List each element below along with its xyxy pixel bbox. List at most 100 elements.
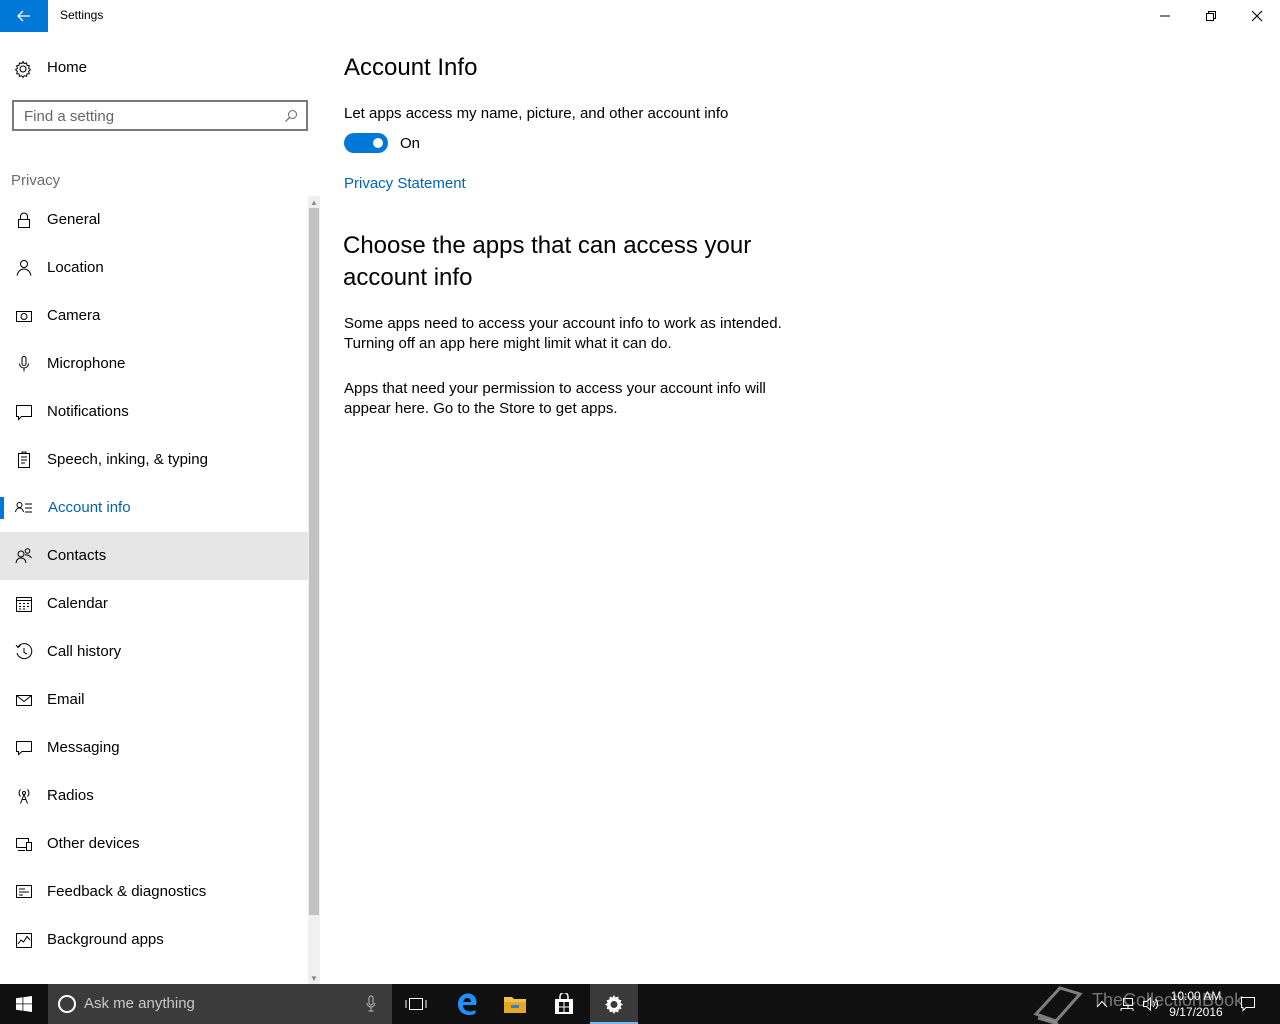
account-info-icon: [15, 502, 32, 513]
search-input[interactable]: [24, 106, 274, 126]
sidebar-item-camera[interactable]: Camera: [0, 292, 308, 340]
calendar-icon: [16, 597, 32, 612]
sidebar-item-location[interactable]: Location: [0, 244, 308, 292]
sidebar-item-account-info[interactable]: Account info: [0, 484, 308, 532]
gear-icon: [14, 60, 32, 78]
title-bar: Settings: [0, 0, 1280, 32]
sidebar-item-label: Contacts: [47, 547, 107, 564]
sidebar-item-label: Call history: [47, 643, 122, 660]
volume-icon: [1143, 996, 1159, 1012]
sidebar-item-other-devices[interactable]: Other devices: [0, 820, 308, 868]
store-icon: [555, 993, 573, 1014]
sidebar-item-label: Feedback & diagnostics: [47, 883, 207, 900]
toggle-knob: [373, 138, 383, 148]
chevron-up-icon: [1096, 1000, 1108, 1008]
sidebar-item-calendar[interactable]: Calendar: [0, 580, 308, 628]
sidebar-item-label: Calendar: [47, 595, 108, 612]
sidebar-item-label: Speech, inking, & typing: [47, 451, 208, 468]
cortana-placeholder: Ask me anything: [84, 995, 195, 1012]
store-taskbar-button[interactable]: [540, 984, 588, 1024]
speech-icon: [18, 451, 30, 468]
task-view-button[interactable]: [392, 984, 440, 1024]
sidebar-item-speech[interactable]: Speech, inking, & typing: [0, 436, 308, 484]
home-nav-item[interactable]: Home: [0, 52, 308, 84]
location-icon: [16, 260, 32, 276]
sidebar-item-label: Account info: [48, 499, 131, 516]
close-button[interactable]: [1234, 0, 1280, 32]
file-explorer-taskbar-button[interactable]: [491, 984, 539, 1024]
sidebar-item-label: General: [47, 211, 101, 228]
network-button[interactable]: [1116, 984, 1138, 1024]
account-info-toggle[interactable]: [344, 133, 388, 153]
sidebar-item-messaging[interactable]: Messaging: [0, 724, 308, 772]
sidebar: Home Privacy General Location: [0, 32, 320, 984]
home-label: Home: [47, 59, 88, 76]
microphone-icon[interactable]: [366, 995, 376, 1013]
sidebar-item-label: Camera: [47, 307, 101, 324]
privacy-nav-list: General Location Camera Microphone Notif…: [0, 196, 308, 964]
gear-icon: [605, 995, 623, 1014]
page-title: Account Info: [344, 54, 478, 81]
windows-logo-icon: [16, 996, 32, 1012]
taskbar-clock[interactable]: 10:00 AM 9/17/2016: [1164, 988, 1228, 1020]
sidebar-item-label: Messaging: [47, 739, 120, 756]
sidebar-item-general[interactable]: General: [0, 196, 308, 244]
sidebar-item-call-history[interactable]: Call history: [0, 628, 308, 676]
search-icon[interactable]: [284, 109, 298, 123]
edge-icon: [458, 993, 477, 1015]
volume-button[interactable]: [1140, 984, 1162, 1024]
cortana-search-box[interactable]: Ask me anything: [48, 984, 392, 1024]
network-icon: [1120, 998, 1134, 1011]
task-view-icon: [405, 998, 427, 1010]
show-hidden-icons-button[interactable]: [1092, 984, 1112, 1024]
microphone-icon: [19, 356, 29, 372]
restore-icon: [1206, 11, 1216, 21]
clock-date: 9/17/2016: [1169, 1005, 1223, 1019]
notifications-icon: [16, 405, 32, 421]
radios-icon: [18, 789, 30, 804]
sidebar-item-radios[interactable]: Radios: [0, 772, 308, 820]
info-paragraph: Some apps need to access your account in…: [344, 315, 782, 352]
scroll-up-icon[interactable]: ▲: [308, 196, 320, 208]
minimize-icon: [1160, 15, 1170, 17]
search-box[interactable]: [12, 100, 308, 131]
section-title: Choose the apps that can access your acc…: [343, 232, 752, 291]
action-center-icon: [1241, 997, 1255, 1012]
main-content: Account Info Let apps access my name, pi…: [320, 32, 1280, 984]
edge-taskbar-button[interactable]: [443, 984, 491, 1024]
taskbar: Ask me anything TheCollectionBook 10:00 …: [0, 984, 1280, 1024]
sidebar-item-label: Background apps: [47, 931, 164, 948]
scroll-down-icon[interactable]: ▼: [308, 972, 320, 984]
sidebar-scrollbar-thumb[interactable]: [309, 208, 319, 915]
sidebar-item-notifications[interactable]: Notifications: [0, 388, 308, 436]
back-button[interactable]: [0, 0, 48, 32]
sidebar-item-feedback[interactable]: Feedback & diagnostics: [0, 868, 308, 916]
settings-taskbar-button[interactable]: [590, 984, 638, 1024]
camera-icon: [16, 311, 32, 322]
sidebar-item-contacts[interactable]: Contacts: [0, 532, 308, 580]
sidebar-item-label: Email: [47, 691, 85, 708]
sidebar-item-email[interactable]: Email: [0, 676, 308, 724]
action-center-button[interactable]: [1232, 984, 1264, 1024]
sidebar-item-background-apps[interactable]: Background apps: [0, 916, 308, 964]
email-icon: [16, 695, 32, 706]
feedback-icon: [16, 885, 32, 898]
sidebar-item-label: Other devices: [47, 835, 140, 852]
minimize-button[interactable]: [1142, 0, 1188, 32]
toggle-state-label: On: [400, 135, 421, 152]
clock-time: 10:00 AM: [1170, 989, 1222, 1003]
start-button[interactable]: [0, 984, 48, 1024]
restore-button[interactable]: [1188, 0, 1234, 32]
window-title: Settings: [60, 8, 104, 22]
book-logo-icon: [1033, 986, 1083, 1024]
selection-indicator: [0, 497, 4, 519]
sidebar-item-label: Location: [47, 259, 104, 276]
call-history-icon: [15, 643, 33, 660]
section-label-privacy: Privacy: [11, 172, 61, 189]
sidebar-item-label: Radios: [47, 787, 94, 804]
sidebar-item-label: Microphone: [47, 355, 126, 372]
privacy-statement-link[interactable]: Privacy Statement: [344, 175, 466, 192]
sidebar-item-microphone[interactable]: Microphone: [0, 340, 308, 388]
back-arrow-icon: [17, 10, 30, 22]
info-paragraph: Apps that need your permission to access…: [344, 380, 766, 417]
